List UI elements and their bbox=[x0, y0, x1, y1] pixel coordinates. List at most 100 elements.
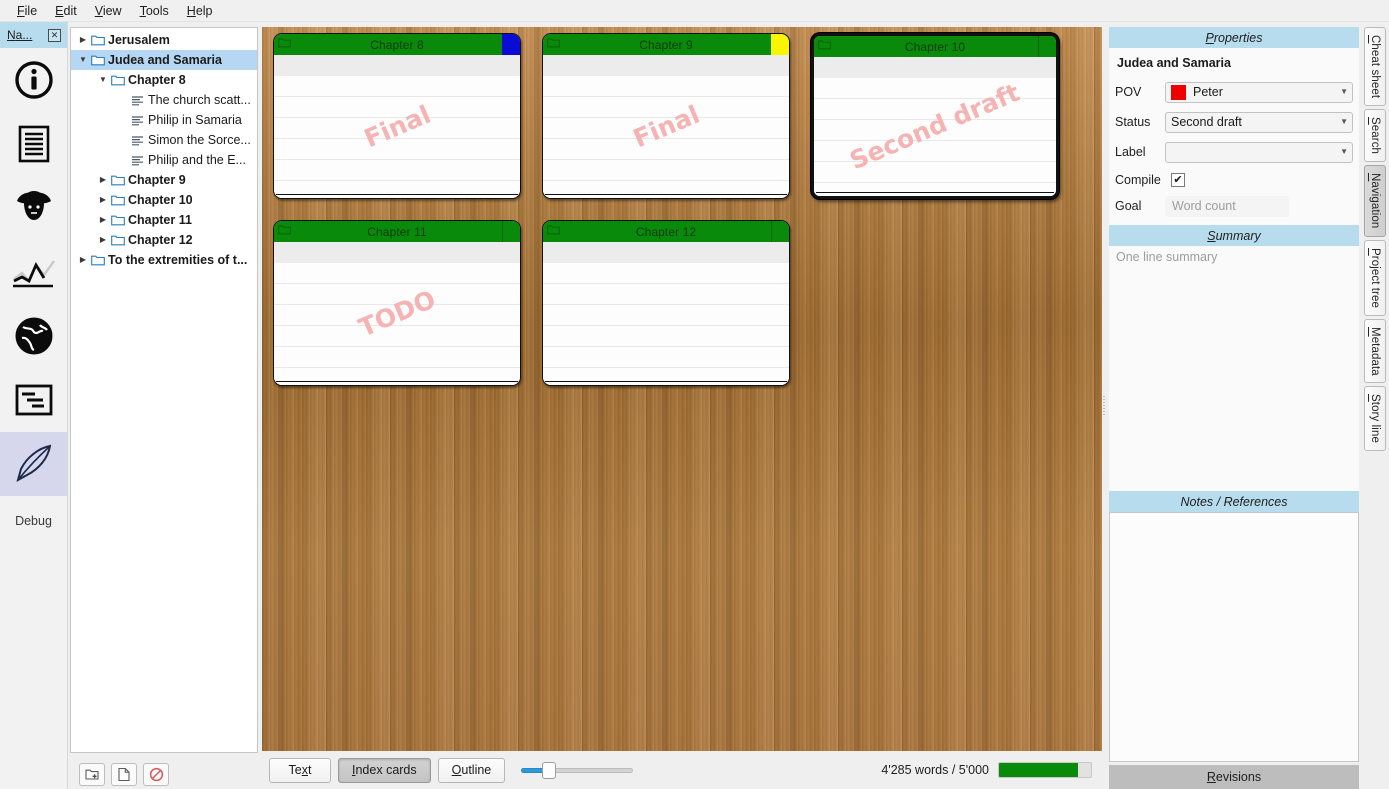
tree-item[interactable]: ▼ Chapter 8 bbox=[71, 70, 257, 90]
text-lines-icon bbox=[131, 155, 148, 166]
index-card[interactable]: Chapter 9 Final bbox=[542, 33, 790, 199]
index-card-status-watermark: TODO bbox=[274, 242, 520, 385]
view-mode-outline-button[interactable]: Outline bbox=[437, 757, 506, 783]
view-mode-text-button[interactable]: Te x t bbox=[269, 757, 331, 783]
compile-checkbox[interactable]: ✔ bbox=[1171, 173, 1185, 187]
tree-item[interactable]: Simon the Sorce... bbox=[71, 130, 257, 150]
plot-chart-icon bbox=[12, 255, 56, 289]
index-card-header: Chapter 9 bbox=[543, 34, 789, 55]
index-card-body[interactable] bbox=[543, 242, 789, 385]
right-splitter[interactable] bbox=[1102, 22, 1106, 789]
tree-item-label: Jerusalem bbox=[108, 33, 170, 47]
chevron-right-icon[interactable]: ▶ bbox=[95, 216, 111, 224]
summary-header: Summary bbox=[1109, 225, 1359, 246]
tree-item[interactable]: ▼ Judea and Samaria bbox=[71, 50, 257, 70]
right-vertical-tabs: Cheat sheet Search Navigation Project tree M… bbox=[1361, 22, 1389, 789]
project-tree[interactable]: ▶ Jerusalem ▼ Judea and Samaria ▼ Chapter 8 Th… bbox=[70, 27, 258, 753]
menu-view[interactable]: View bbox=[86, 1, 131, 21]
menu-tools[interactable]: Tools bbox=[131, 1, 178, 21]
rail-button-info[interactable] bbox=[0, 48, 67, 112]
chevron-right-icon[interactable]: ▶ bbox=[75, 36, 91, 44]
delete-item-button[interactable] bbox=[143, 762, 169, 786]
rail-button-feather-quill[interactable] bbox=[0, 432, 67, 496]
vtab-project-tree[interactable]: Project tree bbox=[1364, 239, 1386, 316]
notes-references-editor[interactable] bbox=[1109, 512, 1359, 762]
rail-button-outline[interactable] bbox=[0, 368, 67, 432]
revisions-panel-toggle[interactable]: Revisions bbox=[1109, 765, 1359, 789]
folder-icon bbox=[111, 174, 128, 186]
tree-item[interactable]: Philip and the E... bbox=[71, 150, 257, 170]
vtab-cheat-sheet[interactable]: Cheat sheet bbox=[1364, 27, 1386, 107]
tree-item[interactable]: ▶ Chapter 12 bbox=[71, 230, 257, 250]
vtab-story-line[interactable]: Story line bbox=[1364, 386, 1386, 452]
chevron-down-icon[interactable]: ▼ bbox=[95, 76, 111, 84]
pov-select[interactable]: Peter ▼ bbox=[1165, 81, 1353, 103]
chevron-right-icon[interactable]: ▶ bbox=[95, 176, 111, 184]
chevron-down-icon: ▼ bbox=[1340, 147, 1348, 156]
index-card-title: Chapter 11 bbox=[367, 224, 427, 239]
view-mode-index-cards-button[interactable]: Index cards bbox=[338, 757, 431, 783]
add-text-button[interactable] bbox=[111, 762, 137, 786]
chevron-right-icon[interactable]: ▶ bbox=[75, 256, 91, 264]
tree-item[interactable]: ▶ Chapter 10 bbox=[71, 190, 257, 210]
goal-input[interactable]: Word count bbox=[1165, 195, 1289, 217]
text-document-icon bbox=[17, 124, 51, 164]
info-icon bbox=[14, 60, 54, 100]
menu-edit[interactable]: Edit bbox=[46, 1, 86, 21]
status-select[interactable]: Second draft ▼ bbox=[1165, 111, 1353, 133]
status-label: Status bbox=[1115, 115, 1151, 129]
menu-help[interactable]: Help bbox=[178, 1, 222, 21]
chevron-right-icon[interactable]: ▶ bbox=[95, 236, 111, 244]
vtab-label: Metadata bbox=[1369, 326, 1381, 376]
slider-handle[interactable] bbox=[542, 762, 557, 779]
folder-icon bbox=[818, 39, 831, 53]
tree-item-label: Chapter 11 bbox=[128, 213, 192, 227]
character-icon bbox=[13, 189, 55, 227]
close-icon[interactable]: ✕ bbox=[48, 28, 61, 42]
label-label: Label bbox=[1115, 145, 1146, 159]
index-card[interactable]: Chapter 11 TODO bbox=[273, 220, 521, 386]
tree-item[interactable]: ▶ Jerusalem bbox=[71, 30, 257, 50]
index-card-body[interactable]: Second draft bbox=[814, 57, 1056, 196]
pov-value: Peter bbox=[1193, 85, 1223, 99]
navigation-tab-label: Na... bbox=[7, 28, 33, 42]
tree-item[interactable]: The church scatt... bbox=[71, 90, 257, 110]
rail-button-plot-chart[interactable] bbox=[0, 240, 67, 304]
menu-file[interactable]: File bbox=[8, 1, 46, 21]
index-card-body[interactable]: Final bbox=[274, 55, 520, 198]
tree-item[interactable]: ▶ Chapter 11 bbox=[71, 210, 257, 230]
right-pane-spacer bbox=[1109, 291, 1359, 491]
index-card-label-tag bbox=[771, 221, 789, 242]
index-card-label-tag bbox=[502, 34, 520, 55]
tree-item[interactable]: Philip in Samaria bbox=[71, 110, 257, 130]
rail-button-character[interactable] bbox=[0, 176, 67, 240]
vtab-navigation[interactable]: Navigation bbox=[1364, 165, 1386, 237]
index-card[interactable]: Chapter 10 Second draft bbox=[811, 33, 1059, 199]
card-zoom-slider[interactable] bbox=[521, 761, 634, 779]
navigation-tab-header[interactable]: Na... ✕ bbox=[0, 22, 67, 48]
chevron-down-icon[interactable]: ▼ bbox=[75, 56, 91, 64]
rail-button-text-document[interactable] bbox=[0, 112, 67, 176]
index-card-label-tag bbox=[771, 34, 789, 55]
tree-item-label: Judea and Samaria bbox=[108, 53, 222, 67]
index-card-body[interactable]: TODO bbox=[274, 242, 520, 385]
summary-input[interactable]: One line summary bbox=[1109, 246, 1359, 291]
tree-item[interactable]: ▶ Chapter 9 bbox=[71, 170, 257, 190]
index-card[interactable]: Chapter 12 bbox=[542, 220, 790, 386]
vtab-metadata[interactable]: Metadata bbox=[1364, 318, 1386, 384]
index-card-status-watermark: Final bbox=[274, 55, 520, 198]
add-folder-button[interactable] bbox=[79, 762, 105, 786]
index-card-label-tag bbox=[502, 221, 520, 242]
vtab-label: Project tree bbox=[1369, 247, 1381, 308]
rail-button-world-globe[interactable] bbox=[0, 304, 67, 368]
chevron-right-icon[interactable]: ▶ bbox=[95, 196, 111, 204]
tree-item[interactable]: ▶ To the extremities of t... bbox=[71, 250, 257, 270]
index-card[interactable]: Chapter 8 Final bbox=[273, 33, 521, 199]
word-count-status: 4'285 words / 5'000 bbox=[881, 762, 1094, 778]
index-card-status-watermark: Second draft bbox=[814, 57, 1056, 196]
index-card-body[interactable]: Final bbox=[543, 55, 789, 198]
vtab-search[interactable]: Search bbox=[1364, 109, 1386, 163]
corkboard-surface[interactable]: Chapter 8 Final Chapter 9 Final Chapter 10 Se… bbox=[262, 27, 1102, 751]
label-select[interactable]: ▼ bbox=[1165, 141, 1353, 163]
outline-icon bbox=[15, 384, 53, 416]
